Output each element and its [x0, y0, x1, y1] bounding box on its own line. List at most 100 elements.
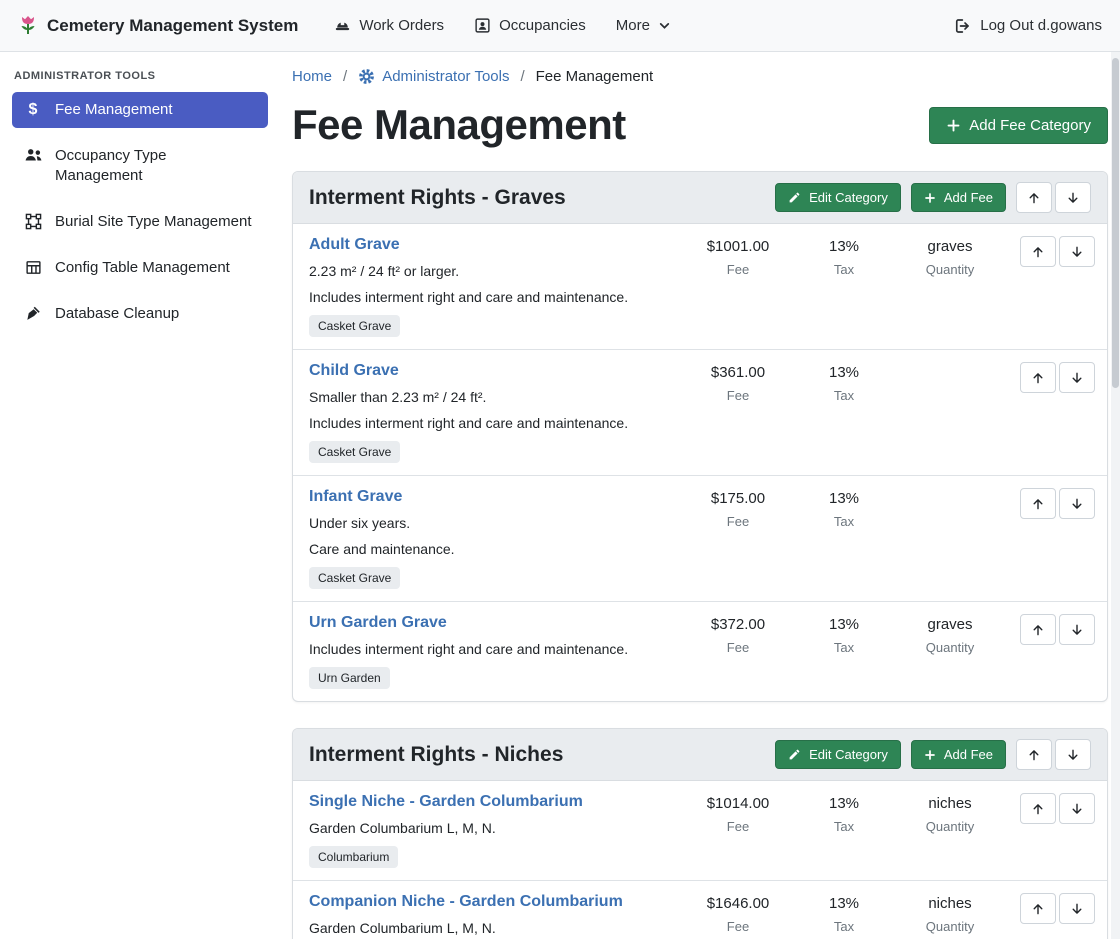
fee-name-link[interactable]: Companion Niche - Garden Columbarium [309, 893, 623, 911]
pencil-icon [788, 191, 801, 204]
nav-more[interactable]: More [616, 17, 671, 34]
fee-details: Single Niche - Garden Columbarium Garden… [309, 793, 678, 868]
arrow-down-icon [1070, 245, 1084, 259]
hard-hat-icon [334, 17, 351, 34]
move-fee-down-button[interactable] [1059, 488, 1095, 519]
category-reorder-controls [1016, 182, 1091, 213]
category-header: Interment Rights - Graves Edit Category … [293, 172, 1107, 224]
fee-row-adult-grave: Adult Grave 2.23 m² / 24 ft² or larger. … [293, 224, 1107, 350]
add-fee-label: Add Fee [944, 747, 993, 762]
page-header: Fee Management Add Fee Category [292, 101, 1108, 149]
broom-icon [22, 305, 44, 322]
breadcrumb-admin-tools[interactable]: Administrator Tools [358, 68, 509, 85]
fee-quantity-column: niches Quantity [890, 893, 1010, 939]
move-category-up-button[interactable] [1016, 182, 1052, 213]
fee-quantity-column [890, 362, 1010, 463]
sidebar-item-label: Occupancy Type Management [55, 146, 258, 186]
move-fee-down-button[interactable] [1059, 236, 1095, 267]
fee-quantity: graves [890, 616, 1010, 633]
move-category-up-button[interactable] [1016, 739, 1052, 770]
sidebar-item-label: Burial Site Type Management [55, 212, 252, 232]
sidebar: ADMINISTRATOR TOOLS $ Fee Management Occ… [0, 52, 280, 939]
move-fee-up-button[interactable] [1020, 793, 1056, 824]
category-header: Interment Rights - Niches Edit Category … [293, 729, 1107, 781]
fee-type-tag: Casket Grave [309, 567, 400, 589]
dollar-icon: $ [22, 101, 44, 119]
fee-quantity-label: Quantity [890, 640, 1010, 655]
add-fee-category-button[interactable]: Add Fee Category [929, 107, 1108, 144]
fee-tax: 13% [798, 795, 890, 812]
scrollbar-thumb[interactable] [1112, 58, 1119, 388]
fee-details: Child Grave Smaller than 2.23 m² / 24 ft… [309, 362, 678, 463]
brand[interactable]: Cemetery Management System [18, 15, 298, 37]
sidebar-item-database-cleanup[interactable]: Database Cleanup [12, 296, 268, 332]
fee-name-link[interactable]: Child Grave [309, 362, 399, 380]
fee-type-tag: Casket Grave [309, 315, 400, 337]
move-category-down-button[interactable] [1055, 182, 1091, 213]
move-fee-down-button[interactable] [1059, 793, 1095, 824]
fee-description: Includes interment right and care and ma… [309, 288, 670, 306]
move-fee-down-button[interactable] [1059, 362, 1095, 393]
category-reorder-controls [1016, 739, 1091, 770]
fee-tax-column: 13% Tax [798, 362, 890, 463]
top-navbar: Cemetery Management System Work Orders O… [0, 0, 1120, 52]
move-fee-up-button[interactable] [1020, 893, 1056, 924]
pencil-icon [788, 748, 801, 761]
move-fee-up-button[interactable] [1020, 236, 1056, 267]
nav-occupancies[interactable]: Occupancies [474, 17, 586, 34]
scrollbar[interactable] [1111, 52, 1120, 939]
breadcrumb-current: Fee Management [536, 68, 654, 85]
breadcrumb-home[interactable]: Home [292, 68, 332, 85]
gear-icon [358, 68, 375, 85]
fee-name-link[interactable]: Adult Grave [309, 236, 400, 254]
fee-amount: $372.00 [678, 616, 798, 633]
add-fee-button[interactable]: Add Fee [911, 183, 1006, 212]
breadcrumb-home-label: Home [292, 68, 332, 85]
table-icon [22, 259, 44, 276]
nav-work-orders[interactable]: Work Orders [334, 17, 444, 34]
sidebar-item-fee-management[interactable]: $ Fee Management [12, 92, 268, 128]
fee-description: Smaller than 2.23 m² / 24 ft². [309, 388, 670, 406]
fee-amount: $175.00 [678, 490, 798, 507]
occupant-frame-icon [474, 17, 491, 34]
fee-amount-column: $1001.00 Fee [678, 236, 798, 337]
fee-quantity-column [890, 488, 1010, 589]
add-fee-button[interactable]: Add Fee [911, 740, 1006, 769]
category-card-graves: Interment Rights - Graves Edit Category … [292, 171, 1108, 702]
fee-tax-label: Tax [798, 819, 890, 834]
edit-category-button[interactable]: Edit Category [775, 740, 901, 769]
category-card-niches: Interment Rights - Niches Edit Category … [292, 728, 1108, 939]
arrow-down-icon [1070, 902, 1084, 916]
fee-row-urn-garden-grave: Urn Garden Grave Includes interment righ… [293, 602, 1107, 701]
arrow-down-icon [1070, 371, 1084, 385]
sidebar-item-label: Config Table Management [55, 258, 230, 278]
fee-description: Garden Columbarium L, M, N. [309, 919, 670, 937]
fee-type-tag: Columbarium [309, 846, 398, 868]
fee-reorder-controls [1020, 362, 1095, 393]
edit-category-button[interactable]: Edit Category [775, 183, 901, 212]
fee-description: Under six years. [309, 514, 670, 532]
fee-tax-column: 13% Tax [798, 488, 890, 589]
nav-more-label: More [616, 17, 650, 34]
move-fee-down-button[interactable] [1059, 893, 1095, 924]
category-actions: Edit Category Add Fee [775, 739, 1091, 770]
fee-tax: 13% [798, 490, 890, 507]
move-fee-up-button[interactable] [1020, 488, 1056, 519]
sidebar-item-occupancy-type-management[interactable]: Occupancy Type Management [12, 138, 268, 194]
move-fee-down-button[interactable] [1059, 614, 1095, 645]
arrow-up-icon [1031, 497, 1045, 511]
fee-name-link[interactable]: Urn Garden Grave [309, 614, 447, 632]
fee-name-link[interactable]: Infant Grave [309, 488, 402, 506]
fee-quantity: graves [890, 238, 1010, 255]
move-fee-up-button[interactable] [1020, 362, 1056, 393]
fee-details: Companion Niche - Garden Columbarium Gar… [309, 893, 678, 939]
move-fee-up-button[interactable] [1020, 614, 1056, 645]
logout-link[interactable]: Log Out d.gowans [953, 17, 1102, 35]
sidebar-item-config-table-management[interactable]: Config Table Management [12, 250, 268, 286]
fee-name-link[interactable]: Single Niche - Garden Columbarium [309, 793, 583, 811]
fee-tax-label: Tax [798, 919, 890, 934]
sidebar-item-burial-site-type-management[interactable]: Burial Site Type Management [12, 204, 268, 240]
fee-tax: 13% [798, 616, 890, 633]
brand-title: Cemetery Management System [47, 16, 298, 36]
move-category-down-button[interactable] [1055, 739, 1091, 770]
